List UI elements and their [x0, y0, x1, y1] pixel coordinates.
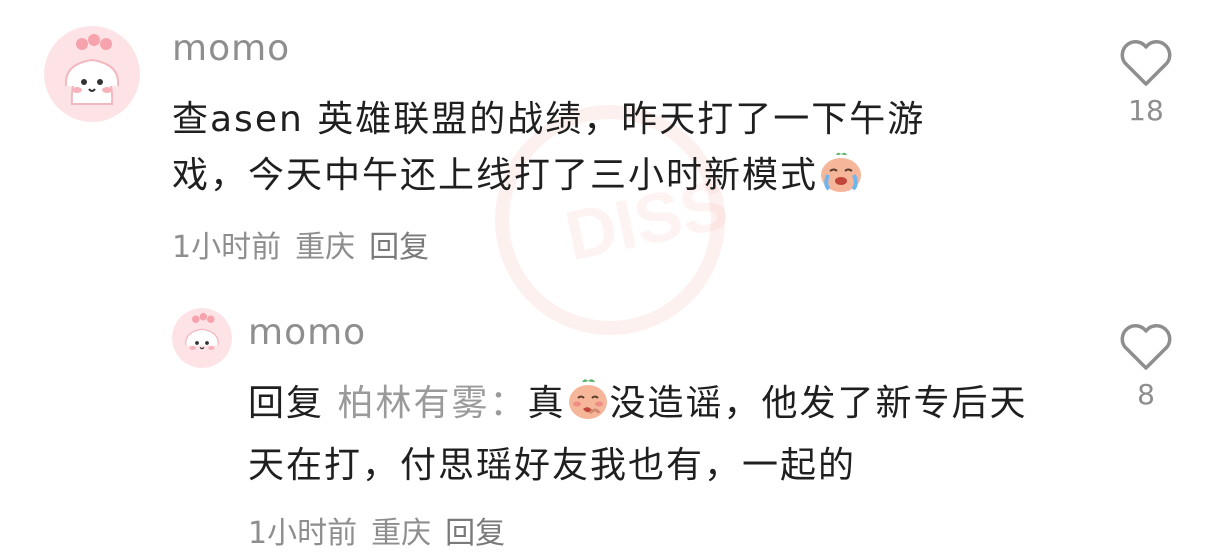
- comment-location: 重庆: [295, 230, 356, 265]
- reply-text-part1: 真: [527, 383, 566, 424]
- like-count: 18: [1128, 94, 1164, 127]
- reply-username[interactable]: momo: [248, 312, 366, 353]
- mention-user[interactable]: 柏林有雾：: [337, 383, 527, 424]
- comment-text: 查asen 英雄联盟的战绩，昨天打了一下午游戏，今天中午还上线打了三小时新模式: [172, 92, 992, 210]
- reply-prefix: 回复: [248, 383, 325, 424]
- like-button[interactable]: 8: [1116, 322, 1176, 411]
- heart-icon: [1120, 324, 1172, 370]
- reply-button[interactable]: 回复: [369, 222, 429, 266]
- avatar-icon: [44, 26, 140, 122]
- like-button[interactable]: 18: [1116, 38, 1176, 127]
- reply-button[interactable]: 回复: [445, 508, 505, 552]
- reply-location: 重庆: [371, 516, 432, 551]
- blush-emoji-icon: [566, 377, 610, 438]
- avatar[interactable]: [172, 308, 232, 368]
- like-count: 8: [1137, 378, 1155, 411]
- heart-icon: [1120, 40, 1172, 86]
- reply-text: 回复 柏林有雾：真 没造谣，他发了新专后天天在打，付思瑶好友我也有，一起的: [248, 376, 1048, 494]
- reply-time: 1小时前: [248, 516, 358, 551]
- reply-meta: 1小时前 重庆 回复: [248, 508, 505, 552]
- avatar[interactable]: [44, 26, 140, 122]
- comment-username[interactable]: momo: [172, 28, 290, 69]
- avatar-icon: [172, 308, 232, 368]
- comment-meta: 1小时前 重庆 回复: [172, 222, 429, 266]
- comment-text-body: 查asen 英雄联盟的战绩，昨天打了一下午游戏，今天中午还上线打了三小时新模式: [172, 99, 926, 196]
- comment-time: 1小时前: [172, 230, 282, 265]
- crying-emoji-icon: [818, 151, 864, 210]
